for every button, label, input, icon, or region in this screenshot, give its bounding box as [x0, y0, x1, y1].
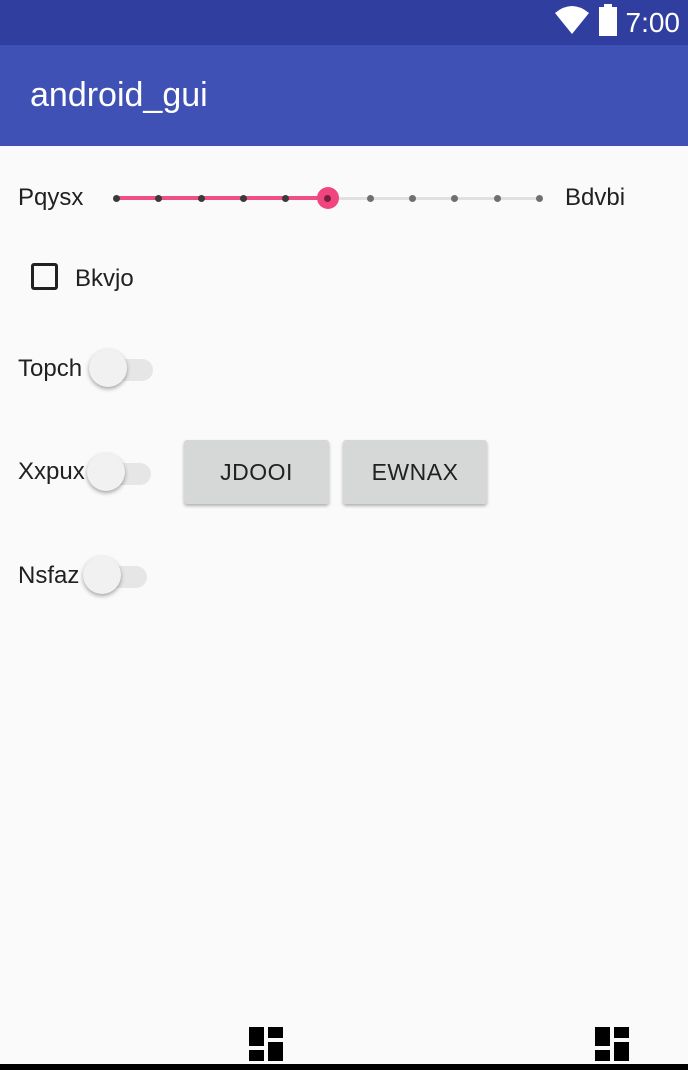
seekbar[interactable] [110, 178, 545, 218]
ewnax-button[interactable]: EWNAX [343, 440, 487, 504]
seekbar-thumb[interactable] [316, 187, 339, 209]
seekbar-tick [282, 195, 290, 202]
seekbar-tick [493, 195, 501, 202]
xxpux-switch[interactable] [87, 453, 153, 493]
bkvjo-checkbox[interactable] [31, 263, 58, 290]
battery-icon [598, 4, 618, 41]
seekbar-start-label: Pqysx [18, 184, 84, 211]
switch-label-nsfaz: Nsfaz [18, 562, 80, 589]
seekbar-tick [536, 195, 543, 202]
seekbar-tick [113, 195, 120, 202]
switch-label-topch: Topch [18, 355, 83, 382]
status-bar: 7:00 [0, 0, 688, 45]
seekbar-tick [197, 195, 205, 202]
switch-thumb [87, 453, 125, 491]
seekbar-end-label: Bdvbi [565, 184, 626, 211]
seekbar-tick [409, 195, 417, 202]
dashboard-icon[interactable] [595, 1027, 629, 1061]
status-time: 7:00 [625, 7, 681, 38]
status-icons: 7:00 [554, 0, 681, 45]
topch-switch[interactable] [89, 349, 155, 389]
app-title: android_gui [30, 76, 208, 114]
dashboard-icon[interactable] [249, 1027, 283, 1061]
seekbar-tick [155, 195, 163, 202]
switch-thumb [89, 349, 127, 387]
switch-thumb [83, 556, 121, 594]
seekbar-tick [451, 195, 459, 202]
seekbar-tick [366, 195, 374, 202]
seekbar-progress [116, 196, 328, 200]
checkbox-label: Bkvjo [75, 265, 134, 292]
wifi-icon [554, 5, 590, 40]
jdooi-button[interactable]: JDOOI [184, 440, 329, 504]
seekbar-thumb-dot [324, 194, 331, 202]
app-bar: android_gui [0, 45, 688, 146]
nsfaz-switch[interactable] [83, 556, 149, 596]
switch-label-xxpux: Xxpux [18, 458, 85, 485]
nav-bar-edge [0, 1064, 688, 1070]
seekbar-tick [239, 195, 247, 202]
